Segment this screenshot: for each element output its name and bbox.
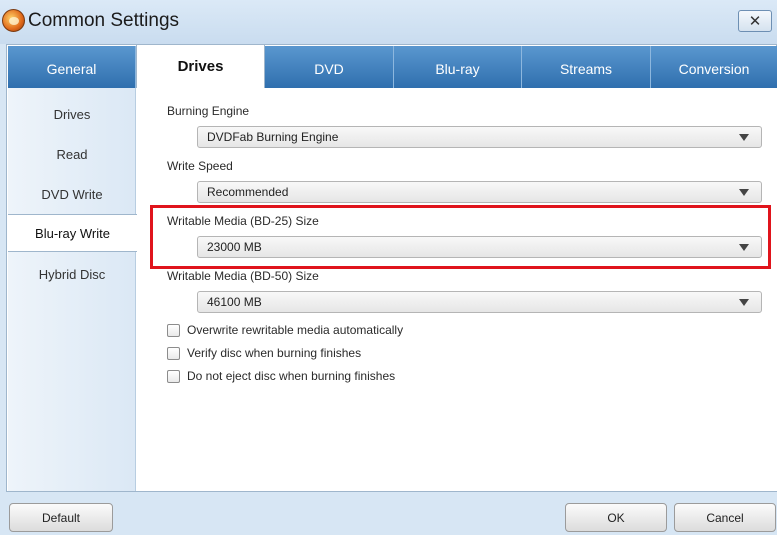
- settings-panel: Burning Engine DVDFab Burning Engine Wri…: [137, 88, 777, 491]
- tab-drives[interactable]: Drives: [136, 44, 265, 88]
- chevron-down-icon: [739, 134, 749, 141]
- tab-bar: General Drives DVD Blu-ray Streams Conve…: [8, 44, 777, 88]
- tab-dvd[interactable]: DVD: [265, 46, 394, 88]
- no-eject-label: Do not eject disc when burning finishes: [187, 369, 396, 383]
- nav-item-drives[interactable]: Drives: [8, 95, 136, 133]
- default-button[interactable]: Default: [9, 503, 113, 532]
- verify-disc-label: Verify disc when burning finishes: [187, 346, 362, 360]
- no-eject-option[interactable]: Do not eject disc when burning finishes: [167, 368, 395, 384]
- cancel-button[interactable]: Cancel: [674, 503, 776, 532]
- bd50-size-value: 46100 MB: [207, 295, 262, 309]
- tab-streams[interactable]: Streams: [522, 46, 651, 88]
- ok-button[interactable]: OK: [565, 503, 667, 532]
- verify-disc-checkbox[interactable]: [167, 346, 180, 360]
- write-speed-label: Write Speed: [167, 159, 233, 173]
- chevron-down-icon: [739, 299, 749, 306]
- bd25-size-label: Writable Media (BD-25) Size: [167, 214, 319, 228]
- write-speed-value: Recommended: [207, 185, 289, 199]
- close-icon: ✕: [748, 13, 762, 30]
- close-button[interactable]: ✕: [738, 10, 772, 32]
- title-bar: Common Settings ✕: [0, 0, 777, 44]
- tab-conversion[interactable]: Conversion: [651, 46, 777, 88]
- bd25-size-value: 23000 MB: [207, 240, 262, 254]
- overwrite-rewritable-label: Overwrite rewritable media automatically: [187, 323, 404, 337]
- overwrite-rewritable-option[interactable]: Overwrite rewritable media automatically: [167, 322, 403, 338]
- tab-blu-ray[interactable]: Blu-ray: [394, 46, 522, 88]
- window-title: Common Settings: [28, 10, 180, 31]
- bd50-size-label: Writable Media (BD-50) Size: [167, 269, 319, 283]
- chevron-down-icon: [739, 244, 749, 251]
- nav-item-dvd-write[interactable]: DVD Write: [8, 175, 136, 213]
- burning-engine-select[interactable]: DVDFab Burning Engine: [197, 126, 762, 148]
- nav-item-read[interactable]: Read: [8, 135, 136, 173]
- bd25-size-select[interactable]: 23000 MB: [197, 236, 762, 258]
- nav-item-blu-ray-write[interactable]: Blu-ray Write: [8, 214, 137, 252]
- left-nav: Drives Read DVD Write Blu-ray Write Hybr…: [8, 88, 137, 491]
- chevron-down-icon: [739, 189, 749, 196]
- no-eject-checkbox[interactable]: [167, 369, 180, 383]
- verify-disc-option[interactable]: Verify disc when burning finishes: [167, 345, 361, 361]
- overwrite-rewritable-checkbox[interactable]: [167, 323, 180, 337]
- write-speed-select[interactable]: Recommended: [197, 181, 762, 203]
- tab-general[interactable]: General: [8, 46, 136, 88]
- burning-engine-value: DVDFab Burning Engine: [207, 130, 339, 144]
- nav-item-hybrid-disc[interactable]: Hybrid Disc: [8, 255, 136, 293]
- burning-engine-label: Burning Engine: [167, 104, 250, 118]
- app-icon: [2, 9, 25, 32]
- bd50-size-select[interactable]: 46100 MB: [197, 291, 762, 313]
